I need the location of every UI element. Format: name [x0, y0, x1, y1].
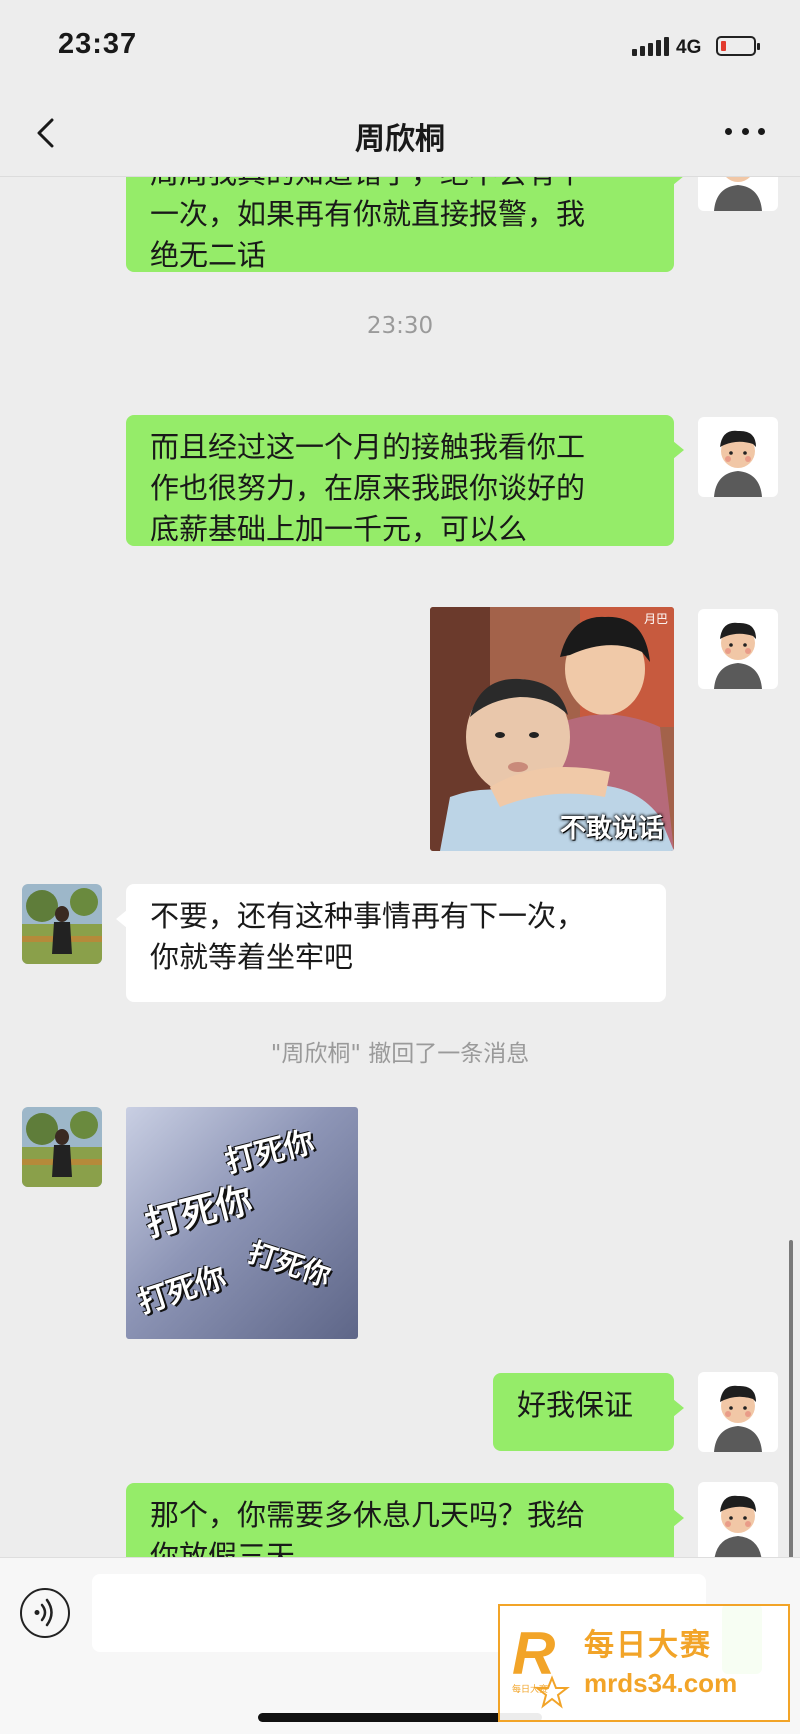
- message-bubble-sent[interactable]: 而且经过这一个月的接触我看你工 作也很努力，在原来我跟你谈好的 底薪基础上加一千…: [126, 415, 684, 546]
- chat-title: 周欣桐: [355, 122, 445, 157]
- sticker-text: 打死你: [244, 1235, 335, 1294]
- sticker-text: 打死你: [133, 1259, 231, 1321]
- my-avatar[interactable]: [698, 417, 778, 497]
- sticker-text: 打死你: [141, 1179, 257, 1246]
- message-text: 周周我真的知道错了，绝不会有下: [150, 177, 650, 194]
- more-icon[interactable]: [725, 128, 765, 140]
- my-avatar[interactable]: [698, 177, 778, 211]
- signal-icon: [632, 36, 669, 56]
- scrollbar[interactable]: [789, 1240, 793, 1600]
- my-avatar[interactable]: [698, 609, 778, 689]
- watermark-url: mrds34.com: [584, 1668, 738, 1698]
- svg-text:R: R: [512, 1620, 555, 1687]
- timestamp: 23:30: [366, 313, 434, 339]
- recall-notice: "周欣桐" 撤回了一条消息: [270, 1041, 530, 1067]
- message-text: 你放假三天: [150, 1539, 296, 1557]
- message-bubble-sent[interactable]: 那个，你需要多休息几天吗？我给 你放假三天: [126, 1483, 684, 1557]
- network-type: 4G: [676, 37, 702, 58]
- message-bubble-sent[interactable]: 好我保证: [493, 1373, 684, 1451]
- message-text: 不要，还有这种事情再有下一次，: [150, 899, 586, 933]
- contact-avatar[interactable]: [22, 1107, 102, 1187]
- sticker-caption: 不敢说话: [559, 814, 664, 844]
- svg-text:每日大赛: 每日大赛: [512, 1683, 548, 1695]
- sticker-corner-tag: 月巴: [643, 612, 668, 626]
- message-text: 底薪基础上加一千元，可以么: [150, 512, 528, 546]
- my-avatar[interactable]: [698, 1482, 778, 1557]
- message-bubble-sent[interactable]: 周周我真的知道错了，绝不会有下 一次，如果再有你就直接报警，我 绝无二话: [126, 177, 684, 272]
- message-text: 你就等着坐牢吧: [150, 940, 354, 974]
- sticker-text: 打死你: [221, 1124, 318, 1181]
- voice-icon[interactable]: [20, 1588, 70, 1638]
- battery-icon: [716, 36, 760, 56]
- message-text: 绝无二话: [150, 238, 267, 272]
- message-text: 那个，你需要多休息几天吗？我给: [150, 1498, 586, 1532]
- contact-avatar[interactable]: [22, 884, 102, 964]
- sticker-image[interactable]: 不敢说话 月巴: [430, 607, 674, 851]
- chat-messages[interactable]: 周周我真的知道错了，绝不会有下 一次，如果再有你就直接报警，我 绝无二话 23:…: [0, 177, 800, 1557]
- watermark-title: 每日大赛: [584, 1628, 712, 1663]
- message-bubble-received[interactable]: 不要，还有这种事情再有下一次， 你就等着坐牢吧: [116, 884, 666, 1002]
- message-text: 作也很努力，在原来我跟你谈好的: [150, 471, 586, 505]
- chat-header: 周欣桐: [0, 90, 800, 177]
- sticker-image[interactable]: 打死你 打死你 打死你 打死你: [126, 1107, 358, 1339]
- message-text: 而且经过这一个月的接触我看你工: [150, 430, 586, 464]
- watermark: R 每日大赛 每日大赛 mrds34.com: [498, 1604, 790, 1722]
- watermark-logo: R 每日大赛: [512, 1620, 570, 1709]
- message-text: 一次，如果再有你就直接报警，我: [150, 197, 586, 231]
- my-avatar[interactable]: [698, 1372, 778, 1452]
- status-bar: 23:37 4G: [0, 0, 800, 90]
- message-text: 好我保证: [517, 1388, 634, 1422]
- status-time: 23:37: [58, 28, 138, 60]
